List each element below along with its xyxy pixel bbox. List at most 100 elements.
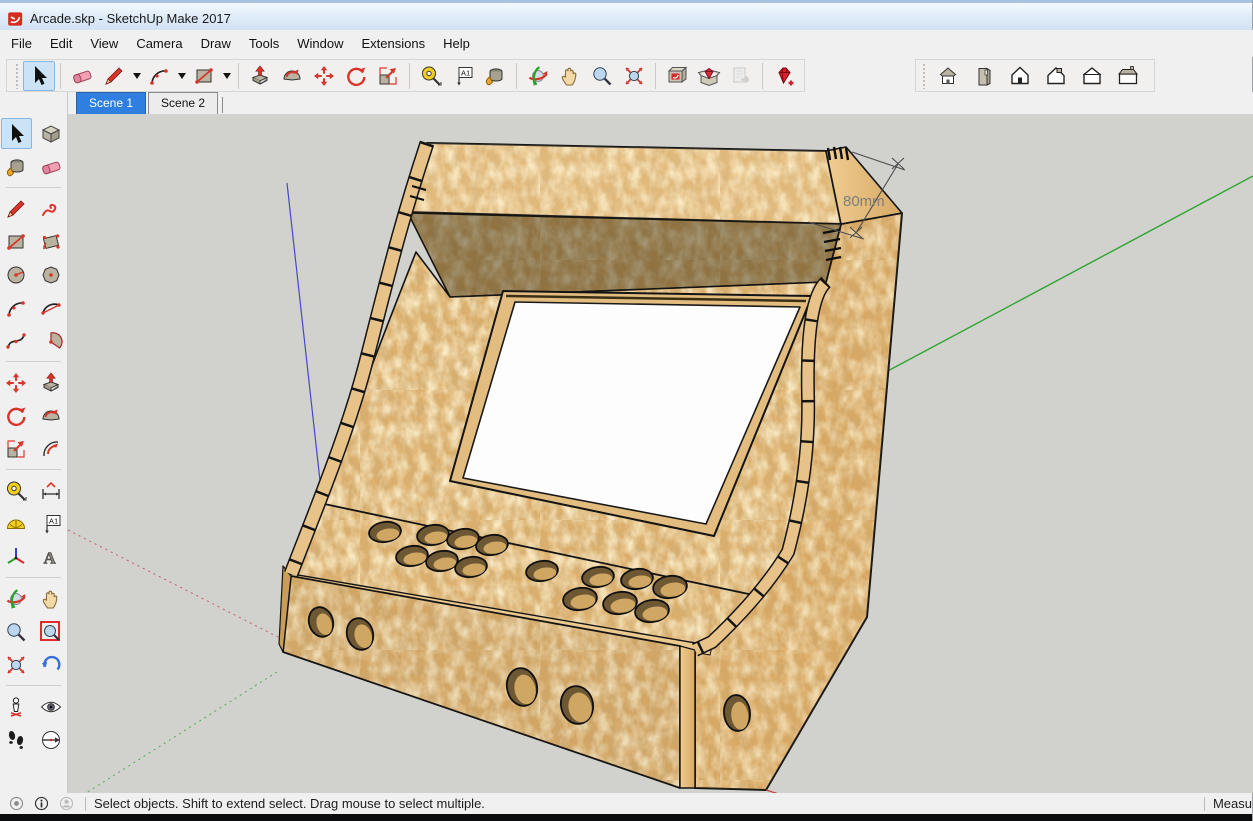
scale-tool-button[interactable] [1,433,32,464]
push-pull-button[interactable] [244,61,276,91]
zoom-extents-tool-button[interactable] [1,649,32,680]
toolbar-grip[interactable] [15,63,19,89]
eraser-button[interactable] [66,61,98,91]
follow-me-tool-button[interactable] [36,400,67,431]
make-component-tool-button[interactable] [36,118,67,149]
line-dropdown[interactable] [130,62,143,90]
previous-tool-button[interactable] [36,649,67,680]
follow-me-button[interactable] [276,61,308,91]
menu-file[interactable]: File [2,32,41,55]
arc-icon [4,296,28,320]
rotated-rectangle-tool-button[interactable] [36,226,67,257]
section-plane-icon [39,728,63,752]
arc-button[interactable] [143,61,175,91]
view-left-button[interactable] [1074,61,1110,91]
pan-tool-button[interactable] [36,583,67,614]
install-extension-button[interactable] [768,61,800,91]
move-tool-button[interactable] [1,367,32,398]
position-camera-tool-button[interactable] [1,691,32,722]
menu-tools[interactable]: Tools [240,32,288,55]
palette-row: A [0,541,67,572]
view-back-button[interactable] [1038,61,1074,91]
text-tool-button[interactable]: A1 [36,508,67,539]
palette-row [0,193,67,224]
menu-window[interactable]: Window [288,32,352,55]
menu-edit[interactable]: Edit [41,32,81,55]
protractor-tool-button[interactable] [1,508,32,539]
select-tool-button[interactable] [1,118,32,149]
polygon-tool-button[interactable] [36,259,67,290]
pan-button[interactable] [554,61,586,91]
rotate-tool-button[interactable] [1,400,32,431]
tape-measure-button[interactable] [415,61,447,91]
3d-text-tool-button[interactable]: A [36,541,67,572]
orbit-button[interactable] [522,61,554,91]
scene-tab-1[interactable]: Scene 1 [76,92,146,114]
view-iso-button[interactable] [930,61,966,91]
pie-tool-button[interactable] [36,325,67,356]
zoom-window-tool-button[interactable] [36,616,67,647]
tape-measure-tool-button[interactable] [1,475,32,506]
menu-camera[interactable]: Camera [127,32,191,55]
arc-tool-button[interactable] [1,292,32,323]
viewport-canvas[interactable]: 80mm [68,114,1253,793]
eraser-tool-button[interactable] [36,151,67,182]
move-button[interactable] [308,61,340,91]
rectangle-icon [4,230,28,254]
zoom-extents-icon [4,653,28,677]
two-point-arc-icon [39,296,63,320]
rectangle-dropdown[interactable] [220,62,233,90]
share-model-button[interactable] [725,61,757,91]
line-tool-button[interactable] [1,193,32,224]
sign-in-button[interactable] [58,795,75,812]
look-around-tool-button[interactable] [36,691,67,722]
palette-row [0,151,67,182]
select-button[interactable] [23,61,55,91]
offset-tool-button[interactable] [36,433,67,464]
view-front-button[interactable] [1002,61,1038,91]
line-button[interactable] [98,61,130,91]
orbit-tool-button[interactable] [1,583,32,614]
zoom-tool-button[interactable] [1,616,32,647]
freehand-tool-button[interactable] [36,193,67,224]
text-button[interactable]: A1 [447,61,479,91]
arcade-cabinet-model[interactable] [279,143,902,790]
three-point-arc-tool-button[interactable] [1,325,32,356]
rotate-button[interactable] [340,61,372,91]
palette-divider [6,361,61,362]
rectangle-tool-button[interactable] [1,226,32,257]
view-top-button[interactable] [966,61,1002,91]
toolbar-separator [762,63,763,89]
paint-bucket-button[interactable] [479,61,511,91]
title-bar[interactable]: Arcade.skp - SketchUp Make 2017 [0,0,1252,30]
menu-view[interactable]: View [81,32,127,55]
zoom-button[interactable] [586,61,618,91]
geolocation-button[interactable] [8,795,25,812]
extension-warehouse-button[interactable] [693,61,725,91]
circle-tool-button[interactable] [1,259,32,290]
get-models-button[interactable] [661,61,693,91]
walk-tool-button[interactable] [1,724,32,755]
menu-extensions[interactable]: Extensions [353,32,435,55]
rectangle-button[interactable] [188,61,220,91]
dimension-tool-button[interactable] [36,475,67,506]
palette-row [0,367,67,398]
section-plane-tool-button[interactable] [36,724,67,755]
scale-button[interactable] [372,61,404,91]
paint-bucket-icon [4,155,28,179]
two-point-arc-tool-button[interactable] [36,292,67,323]
view-right-button[interactable] [1110,61,1146,91]
scene-tab-bar: Scene 1Scene 2 [68,92,1253,114]
push-pull-tool-button[interactable] [36,367,67,398]
zoom-extents-button[interactable] [618,61,650,91]
views-toolbar-grip[interactable] [922,63,926,89]
menu-draw[interactable]: Draw [192,32,240,55]
paint-bucket-tool-button[interactable] [1,151,32,182]
menu-help[interactable]: Help [434,32,479,55]
credits-button[interactable] [33,795,50,812]
axes-tool-button[interactable] [1,541,32,572]
circle-icon [4,263,28,287]
measurements-box: Measu [1194,796,1252,811]
scene-tab-2[interactable]: Scene 2 [148,92,218,114]
arc-dropdown[interactable] [175,62,188,90]
